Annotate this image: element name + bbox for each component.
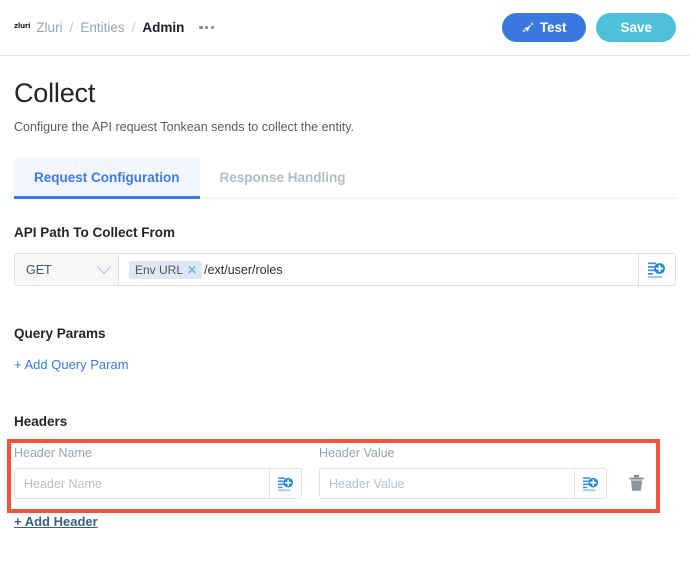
headers-label: Headers [14,414,68,429]
column-header-name: Header Name [14,446,92,460]
headers-table: Header Name Header Value Header Name Hea… [7,439,676,513]
page-title: Collect [14,78,96,108]
add-query-param-link[interactable]: + Add Query Param [14,357,129,372]
insert-field-icon [277,476,293,491]
save-button[interactable]: Save [596,13,676,42]
add-header-link[interactable]: + Add Header [14,514,98,529]
chevron-down-icon [96,259,112,274]
breadcrumb-item-admin[interactable]: Admin [142,20,184,35]
header-name-field-group: Header Name [14,468,302,499]
header-value-field-group: Header Value [319,468,607,499]
zluri-logo: zluri [14,22,31,30]
save-button-label: Save [620,19,652,35]
trash-icon [629,475,643,491]
breadcrumb-item-zluri[interactable]: Zluri [36,20,62,35]
breadcrumb: zluri Zluri / Entities / Admin [14,20,216,35]
http-method-select[interactable]: GET [14,253,118,286]
header-name-input[interactable]: Header Name [14,468,269,499]
delete-header-button[interactable] [625,472,647,496]
table-row: Header Name Header Value [14,468,676,499]
top-bar: zluri Zluri / Entities / Admin Test Save [0,0,690,56]
insert-field-icon [648,262,665,278]
headers-column-labels: Header Name Header Value [14,439,676,460]
insert-field-icon [582,476,598,491]
rocket-icon [522,21,534,34]
tab-request-configuration[interactable]: Request Configuration [14,158,200,199]
test-button[interactable]: Test [501,13,587,42]
query-params-section: Query Params + Add Query Param [14,326,676,374]
api-path-value: /ext/user/roles [204,262,283,277]
tab-bar: Request Configuration Response Handling [14,158,676,199]
tab-response-handling[interactable]: Response Handling [200,158,366,199]
breadcrumb-separator: / [131,20,136,35]
api-path-label: API Path To Collect From [14,225,176,240]
header-value-insert-field-button[interactable] [574,468,607,499]
main-content: Collect Configure the API request Tonkea… [0,78,690,531]
http-method-value: GET [26,262,52,277]
topbar-actions: Test Save [501,13,676,42]
close-icon[interactable]: ✕ [187,264,197,276]
env-url-chip[interactable]: Env URL ✕ [129,260,203,279]
api-path-section: API Path To Collect From GET Env URL ✕ /… [14,225,676,286]
breadcrumb-item-entities[interactable]: Entities [80,20,124,35]
headers-section: Headers Header Name Header Value Header … [7,414,676,531]
header-name-insert-field-button[interactable] [269,468,302,499]
query-params-label: Query Params [14,326,106,341]
api-path-row: GET Env URL ✕ /ext/user/roles [14,253,676,286]
api-path-input[interactable]: Env URL ✕ /ext/user/roles [118,253,638,286]
insert-field-button[interactable] [638,253,676,286]
breadcrumb-separator: / [69,20,74,35]
test-button-label: Test [539,19,567,35]
header-value-input[interactable]: Header Value [319,468,574,499]
env-url-chip-label: Env URL [135,262,184,277]
page-subtitle: Configure the API request Tonkean sends … [14,120,355,134]
column-header-value: Header Value [319,446,395,460]
more-options-icon[interactable] [197,22,216,33]
